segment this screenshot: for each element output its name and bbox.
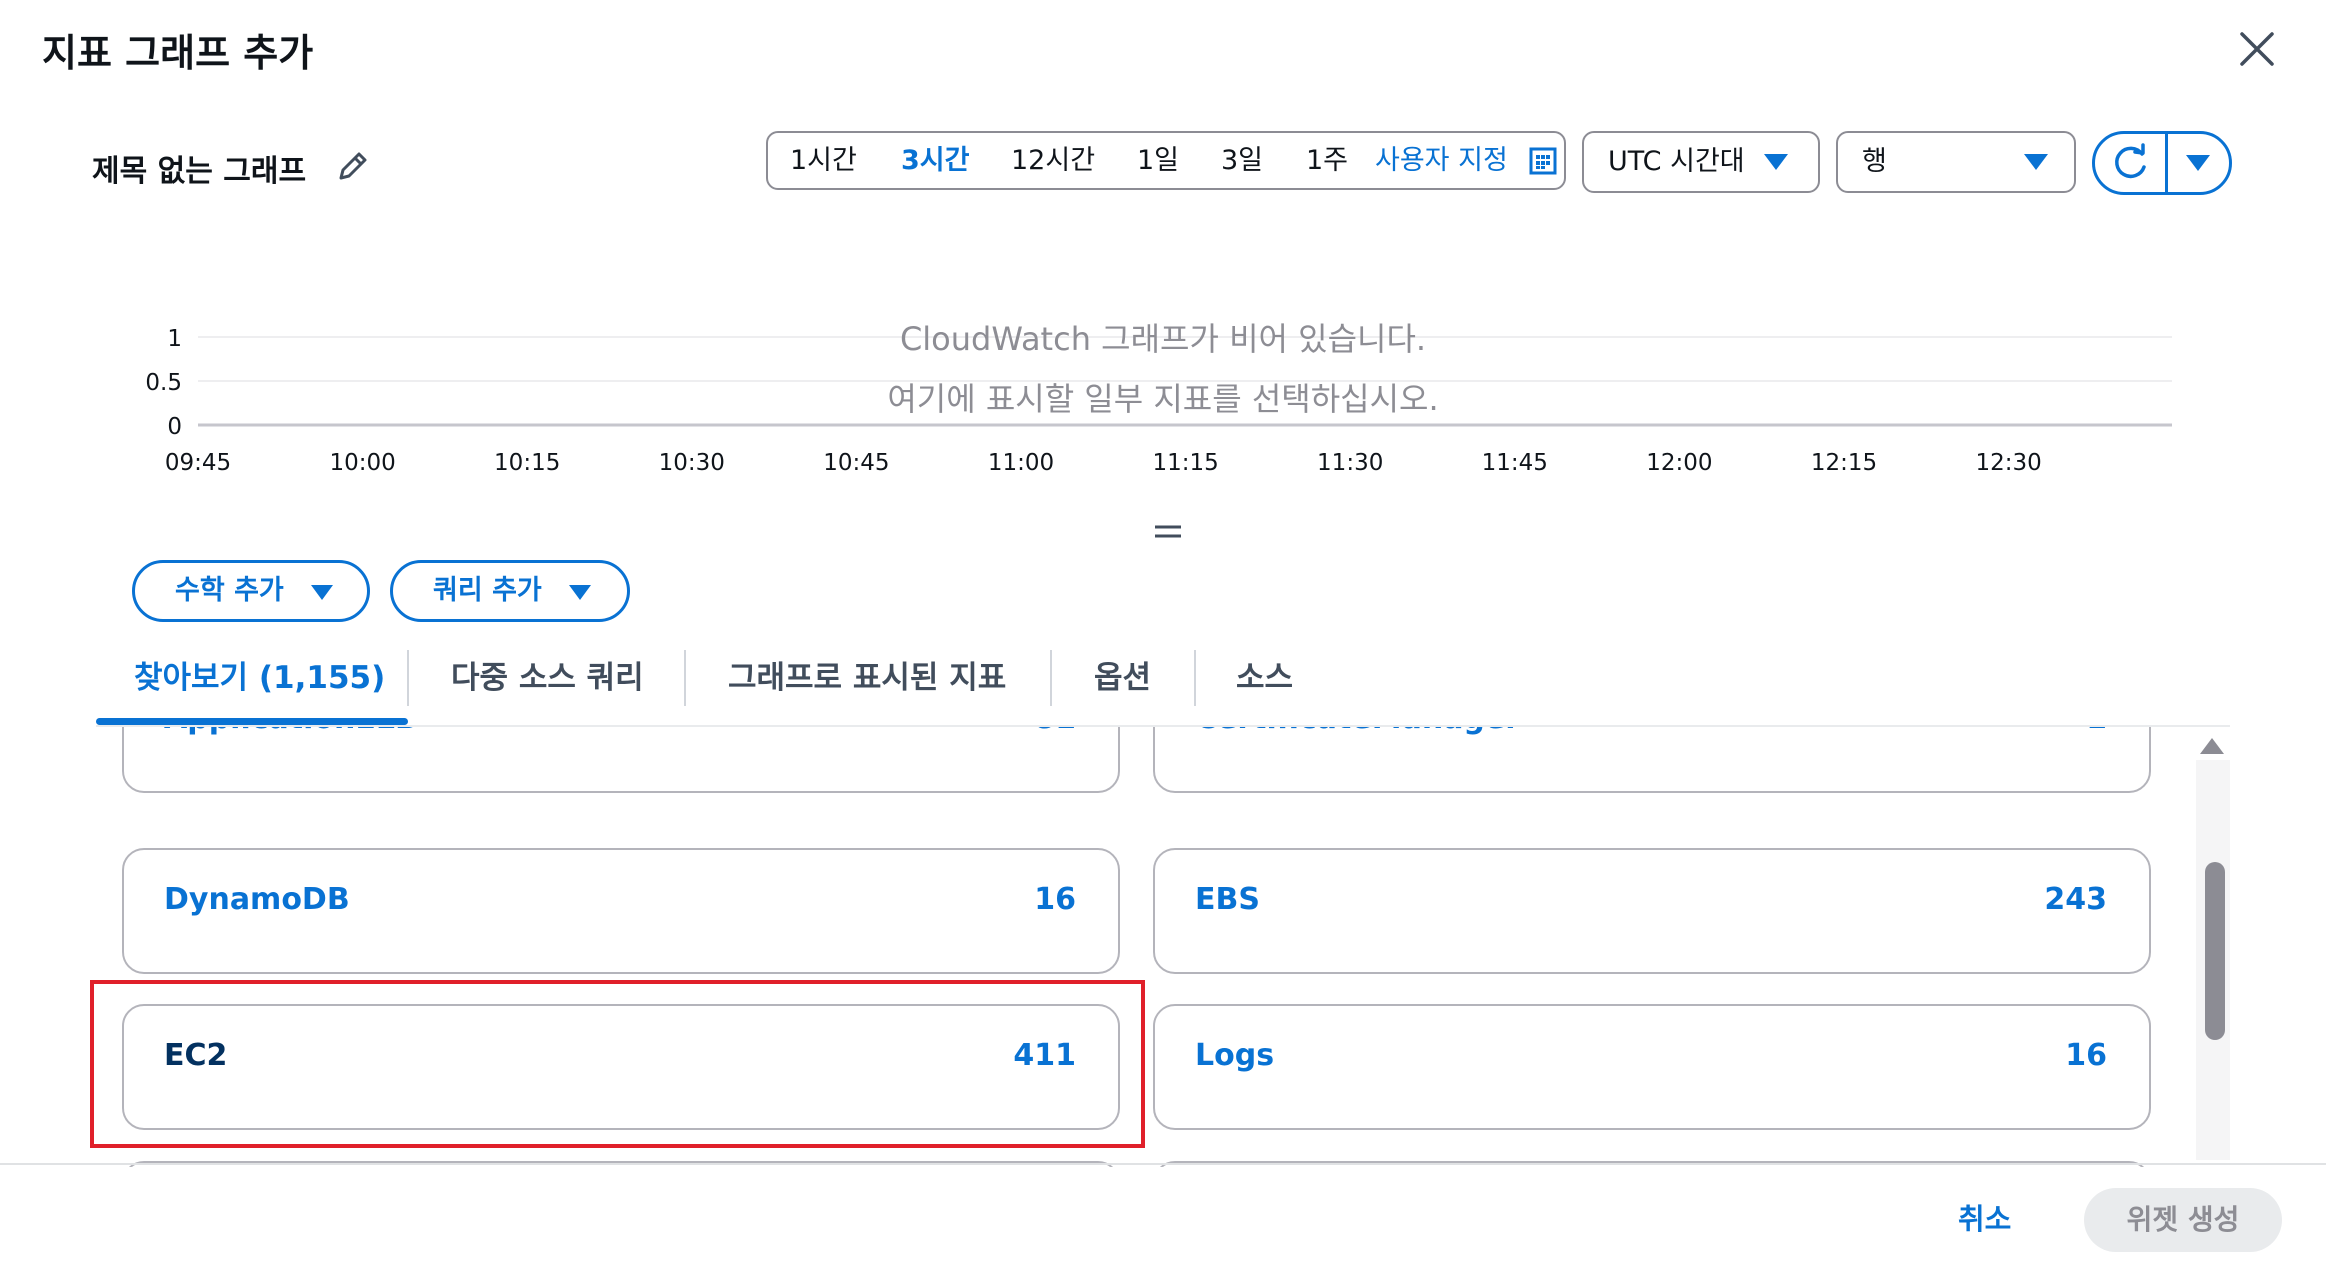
time-range-1d[interactable]: 1일 <box>1137 133 1179 188</box>
namespace-count: 1 <box>2086 727 2107 736</box>
drag-handle-icon[interactable] <box>1152 522 1184 542</box>
layout-select[interactable]: 행 <box>1836 131 2076 193</box>
x-tick-label: 11:30 <box>1317 450 1383 476</box>
refresh-button[interactable] <box>2095 134 2165 192</box>
namespace-card-ebs[interactable]: EBS 243 <box>1153 848 2151 974</box>
time-range-selector: 1시간 3시간 12시간 1일 3일 1주 사용자 지정 <box>766 131 1566 190</box>
x-tick-label: 11:00 <box>988 450 1054 476</box>
x-tick-label: 12:15 <box>1811 450 1877 476</box>
x-tick-label: 09:45 <box>165 450 231 476</box>
scrollbar-thumb[interactable] <box>2205 862 2225 1040</box>
chevron-down-icon <box>1764 154 1788 170</box>
active-tab-indicator <box>96 718 408 725</box>
edit-title-button[interactable] <box>335 148 371 184</box>
chevron-down-icon <box>569 585 591 600</box>
namespace-card-logs[interactable]: Logs 16 <box>1153 1004 2151 1130</box>
time-range-1h[interactable]: 1시간 <box>790 133 857 188</box>
empty-chart-message-line2: 여기에 표시할 일부 지표를 선택하십시오. <box>887 380 1439 418</box>
graph-title: 제목 없는 그래프 <box>92 154 307 189</box>
namespace-count: 16 <box>1034 882 1076 917</box>
pencil-icon <box>339 152 367 180</box>
refresh-button-group <box>2092 131 2232 195</box>
time-range-3d[interactable]: 3일 <box>1221 133 1263 188</box>
namespace-name: CertificateManager <box>1195 727 1520 736</box>
add-query-label: 쿼리 추가 <box>433 575 542 606</box>
cancel-button[interactable]: 취소 <box>1958 1196 2011 1238</box>
close-icon <box>2240 32 2274 66</box>
time-range-custom[interactable]: 사용자 지정 <box>1375 133 1508 188</box>
tab-graphed-metrics[interactable]: 그래프로 표시된 지표 <box>728 652 1006 697</box>
namespace-card-applicationelb[interactable]: ApplicationELB 81 <box>122 727 1120 793</box>
timezone-select[interactable]: UTC 시간대 <box>1582 131 1820 193</box>
x-tick-label: 12:00 <box>1646 450 1712 476</box>
footer-divider <box>0 1163 2326 1165</box>
namespace-card-dynamodb[interactable]: DynamoDB 16 <box>122 848 1120 974</box>
refresh-options-button[interactable] <box>2168 134 2230 192</box>
namespace-card-certificatemanager[interactable]: CertificateManager 1 <box>1153 727 2151 793</box>
chevron-down-icon <box>311 585 333 600</box>
tab-separator <box>1050 650 1052 706</box>
tab-options[interactable]: 옵션 <box>1094 652 1151 697</box>
namespace-name: ApplicationELB <box>164 727 418 736</box>
selection-highlight <box>90 980 1145 1148</box>
tab-multi-source-query[interactable]: 다중 소스 쿼리 <box>451 652 644 697</box>
time-range-12h[interactable]: 12시간 <box>1011 133 1095 188</box>
timezone-value: UTC 시간대 <box>1608 146 1745 177</box>
chevron-down-icon <box>2024 154 2048 170</box>
y-tick-label: 0.5 <box>145 370 182 396</box>
namespace-name: DynamoDB <box>164 882 350 917</box>
x-tick-label: 10:30 <box>659 450 725 476</box>
add-math-label: 수학 추가 <box>175 575 284 606</box>
time-range-3h[interactable]: 3시간 <box>901 133 969 188</box>
y-tick-label: 1 <box>167 326 182 352</box>
x-tick-label: 11:45 <box>1482 450 1548 476</box>
tab-source[interactable]: 소스 <box>1236 652 1293 697</box>
namespace-name: Logs <box>1195 1038 1275 1073</box>
tab-separator <box>1194 650 1196 706</box>
tab-separator <box>407 650 409 706</box>
create-widget-button[interactable]: 위젯 생성 <box>2084 1188 2282 1252</box>
x-tick-label: 10:45 <box>823 450 889 476</box>
empty-chart-message-line1: CloudWatch 그래프가 비어 있습니다. <box>899 320 1427 358</box>
namespace-count: 243 <box>2044 882 2107 917</box>
y-tick-label: 0 <box>167 414 182 440</box>
tab-browse[interactable]: 찾아보기 (1,155) <box>134 652 385 697</box>
add-math-button[interactable]: 수학 추가 <box>132 560 370 622</box>
x-tick-label: 10:00 <box>329 450 395 476</box>
close-button[interactable] <box>2234 26 2280 72</box>
namespace-count: 81 <box>1034 727 1076 736</box>
x-tick-label: 11:15 <box>1152 450 1218 476</box>
layout-value: 행 <box>1862 146 1887 177</box>
namespace-name: EBS <box>1195 882 1260 917</box>
add-query-button[interactable]: 쿼리 추가 <box>390 560 630 622</box>
chevron-down-icon <box>2186 155 2210 171</box>
modal-title: 지표 그래프 추가 <box>42 31 314 75</box>
time-range-1w[interactable]: 1주 <box>1306 133 1348 188</box>
x-tick-label: 10:15 <box>494 450 560 476</box>
refresh-icon <box>2115 143 2146 179</box>
tab-separator <box>684 650 686 706</box>
scroll-up-icon[interactable] <box>2200 738 2224 754</box>
x-tick-label: 12:30 <box>1975 450 2041 476</box>
calendar-icon[interactable] <box>1528 146 1558 176</box>
namespace-count: 16 <box>2065 1038 2107 1073</box>
